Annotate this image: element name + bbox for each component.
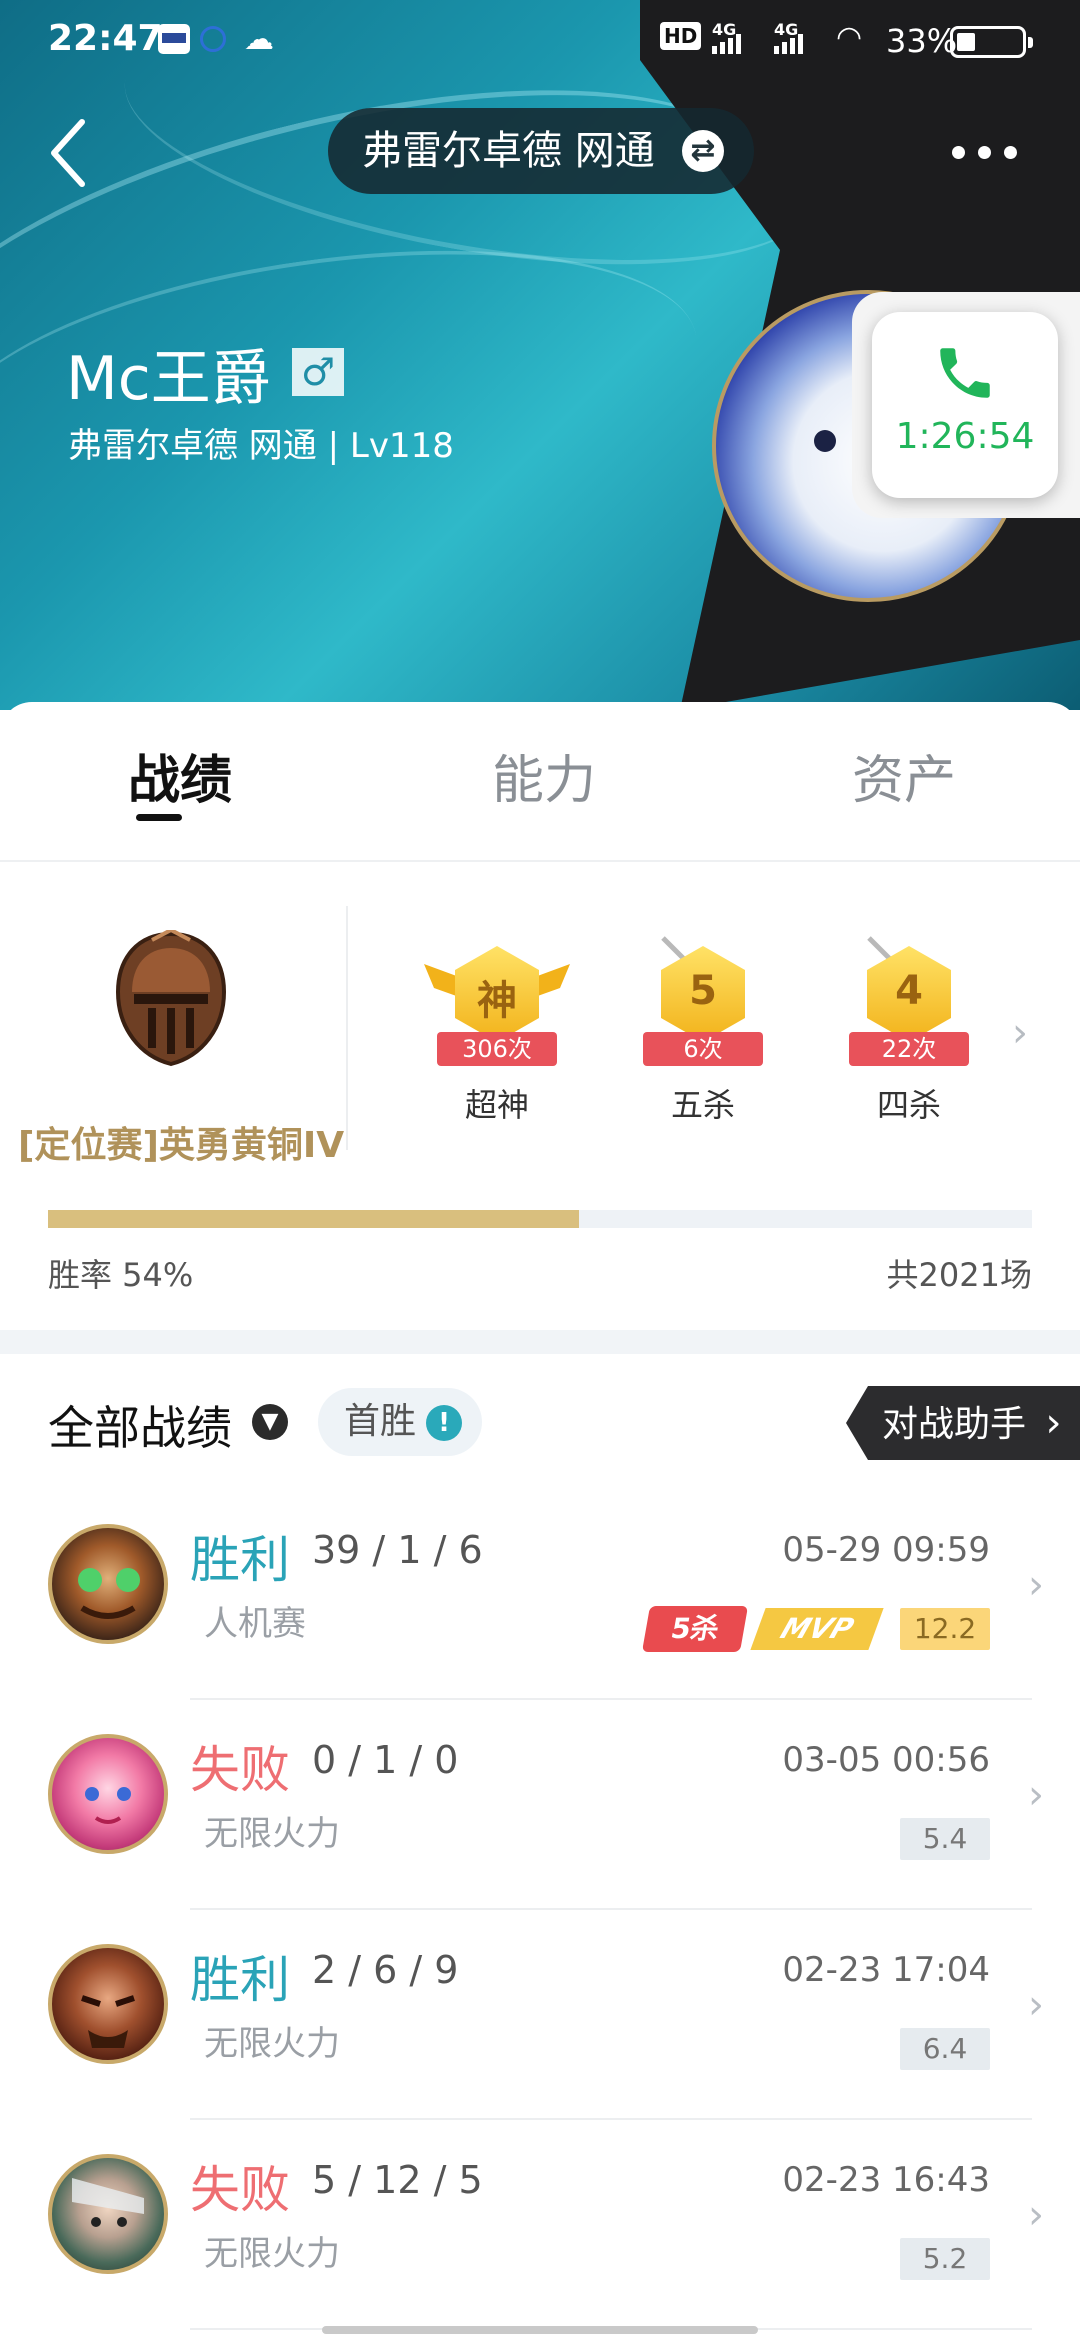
chevron-right-icon: › bbox=[1045, 1400, 1062, 1446]
first-win-label: 首胜 bbox=[344, 1401, 417, 1442]
match-result: 胜利 bbox=[190, 1951, 290, 2009]
server-name: 弗雷尔卓德 网通 bbox=[362, 128, 655, 174]
achievement-count: 306次 bbox=[437, 1032, 557, 1066]
win-rate-bar bbox=[48, 1210, 1032, 1228]
all-records-dropdown[interactable]: 全部战绩 bbox=[48, 1392, 232, 1458]
mvp-tag: MVP bbox=[750, 1608, 884, 1650]
penta-kill-tag: 5杀 bbox=[641, 1606, 749, 1652]
app-notification-icon bbox=[158, 24, 190, 54]
hero-avatar bbox=[48, 2154, 168, 2274]
chevron-right-icon: › bbox=[1028, 1562, 1044, 1608]
chevron-right-icon: › bbox=[1028, 1772, 1044, 1818]
quadra-kill-badge-icon: 4 22次 bbox=[849, 936, 969, 1066]
match-mode: 无限火力 bbox=[204, 1814, 340, 1854]
signal-icon bbox=[712, 34, 744, 56]
active-tab-indicator bbox=[136, 814, 182, 821]
total-games-label: 共2021场 bbox=[886, 1256, 1032, 1294]
match-kda: 5 / 12 / 5 bbox=[312, 2158, 483, 2202]
match-row[interactable]: 失败 5 / 12 / 5 无限火力 02-23 16:43 5.2 › bbox=[0, 2120, 1080, 2330]
chevron-right-icon: › bbox=[1028, 1982, 1044, 2028]
match-score: 5.4 bbox=[900, 1818, 990, 1860]
match-mode: 人机赛 bbox=[204, 1604, 306, 1644]
achievement-penta-kill[interactable]: 5 6次 五杀 bbox=[628, 936, 778, 1126]
battle-helper-button[interactable]: 对战助手 › bbox=[846, 1386, 1080, 1460]
match-date: 03-05 00:56 bbox=[782, 1740, 990, 1780]
battery-icon bbox=[950, 26, 1033, 58]
penta-kill-badge-icon: 5 6次 bbox=[643, 936, 763, 1066]
call-widget[interactable]: 1:26:54 bbox=[872, 312, 1058, 498]
match-result: 胜利 bbox=[190, 1531, 290, 1589]
legendary-badge-icon: 神 306次 bbox=[424, 944, 570, 1066]
more-dot-icon bbox=[978, 146, 991, 159]
hd-voice-icon: HD bbox=[660, 22, 702, 50]
more-options-button[interactable] bbox=[946, 120, 1026, 180]
match-score: 5.2 bbox=[900, 2238, 990, 2280]
match-row[interactable]: 失败 0 / 1 / 0 无限火力 03-05 00:56 5.4 › bbox=[0, 1700, 1080, 1910]
tab-ability[interactable]: 能力 bbox=[492, 738, 596, 813]
more-dot-icon bbox=[952, 146, 965, 159]
player-server-level: 弗雷尔卓德 网通 | Lv118 bbox=[68, 426, 454, 466]
status-time: 22:47 bbox=[48, 18, 163, 59]
app-notification-icon bbox=[200, 26, 226, 52]
chevron-right-icon[interactable]: › bbox=[1012, 1010, 1028, 1056]
match-result: 失败 bbox=[190, 1741, 290, 1799]
match-score: 6.4 bbox=[900, 2028, 990, 2070]
hero-avatar bbox=[48, 1524, 168, 1644]
more-dot-icon bbox=[1004, 146, 1017, 159]
first-win-button[interactable]: 首胜 ! bbox=[318, 1388, 482, 1456]
win-rate-fill bbox=[48, 1210, 580, 1228]
status-bar: 22:47 ☁ HD 4G 4G ◠ 33% bbox=[0, 0, 1080, 84]
section-separator bbox=[0, 1330, 1080, 1354]
match-score: 12.2 bbox=[900, 1608, 990, 1650]
info-icon: ! bbox=[426, 1405, 462, 1441]
swap-icon: ⇄ bbox=[682, 130, 724, 172]
male-gender-icon: ♂ bbox=[292, 348, 344, 396]
rank-emblem-icon[interactable] bbox=[112, 927, 230, 1068]
match-kda: 0 / 1 / 0 bbox=[312, 1738, 459, 1782]
battle-helper-label: 对战助手 bbox=[882, 1404, 1027, 1445]
achievement-quadra-kill[interactable]: 4 22次 四杀 bbox=[834, 936, 984, 1126]
player-name: Mc王爵 bbox=[66, 344, 271, 414]
achievement-count: 22次 bbox=[849, 1032, 969, 1066]
match-date: 05-29 09:59 bbox=[782, 1530, 990, 1570]
call-duration: 1:26:54 bbox=[895, 416, 1035, 457]
tab-assets[interactable]: 资产 bbox=[852, 738, 956, 813]
back-button[interactable] bbox=[40, 112, 100, 192]
match-row[interactable]: 胜利 39 / 1 / 6 人机赛 05-29 09:59 5杀 MVP 12.… bbox=[0, 1490, 1080, 1700]
match-kda: 2 / 6 / 9 bbox=[312, 1948, 459, 1992]
rank-label: [定位赛]英勇黄铜IV bbox=[18, 1125, 345, 1166]
avatar-detail bbox=[814, 430, 836, 452]
match-result: 失败 bbox=[190, 2161, 290, 2219]
achievement-count: 6次 bbox=[643, 1032, 763, 1066]
hero-avatar bbox=[48, 1944, 168, 2064]
battery-percent: 33% bbox=[886, 22, 958, 60]
match-date: 02-23 17:04 bbox=[782, 1950, 990, 1990]
wechat-icon: ☁ bbox=[244, 22, 274, 57]
signal-icon bbox=[774, 34, 806, 56]
win-rate-label: 胜率 54% bbox=[48, 1256, 194, 1294]
home-indicator[interactable] bbox=[322, 2326, 758, 2334]
achievement-label: 超神 bbox=[464, 1086, 529, 1124]
match-date: 02-23 16:43 bbox=[782, 2160, 990, 2200]
match-row[interactable]: 胜利 2 / 6 / 9 无限火力 02-23 17:04 6.4 › bbox=[0, 1910, 1080, 2120]
back-arrow-icon bbox=[51, 119, 85, 187]
match-mode: 无限火力 bbox=[204, 2024, 340, 2064]
wifi-icon: ◠ bbox=[836, 20, 863, 55]
tab-record[interactable]: 战绩 bbox=[128, 738, 232, 813]
divider bbox=[346, 906, 348, 1150]
match-kda: 39 / 1 / 6 bbox=[312, 1528, 483, 1572]
hero-avatar bbox=[48, 1734, 168, 1854]
server-switch-button[interactable]: 弗雷尔卓德 网通 ⇄ bbox=[328, 108, 754, 194]
achievement-label: 四杀 bbox=[876, 1086, 941, 1124]
chevron-down-icon[interactable]: ▼ bbox=[252, 1404, 288, 1440]
match-mode: 无限火力 bbox=[204, 2234, 340, 2274]
phone-icon bbox=[932, 340, 998, 406]
chevron-right-icon: › bbox=[1028, 2192, 1044, 2238]
divider bbox=[0, 860, 1080, 862]
achievement-label: 五杀 bbox=[670, 1086, 735, 1124]
achievement-legendary[interactable]: 神 306次 超神 bbox=[422, 944, 572, 1126]
